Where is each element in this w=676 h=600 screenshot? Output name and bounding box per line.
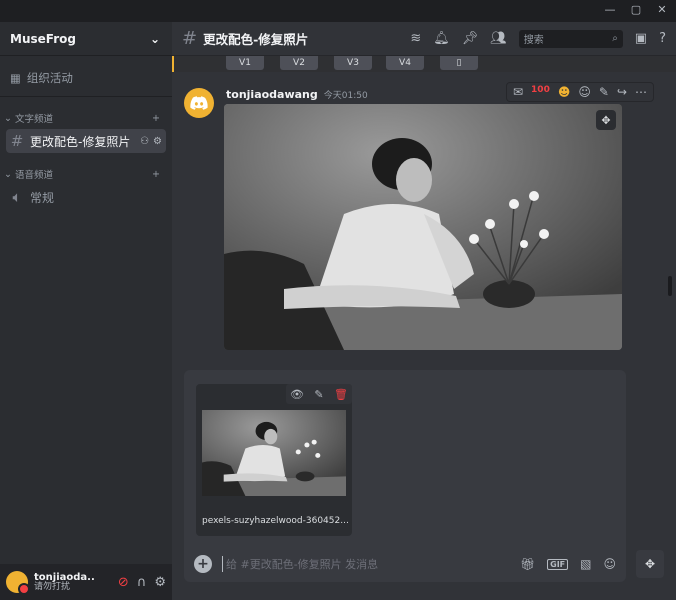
pin-icon[interactable]: 📌︎: [462, 31, 479, 46]
text-channel-label: 更改配色-修复照片: [30, 134, 131, 149]
voice-channel-label: 常规: [30, 190, 55, 205]
chevron-icon: ⌄: [4, 112, 12, 124]
message-toolbar: ✉ 100 ☻ ☺ ✎ ↪ ⋯: [505, 82, 654, 102]
gift-icon[interactable]: 🎁︎: [520, 557, 535, 571]
v2-button[interactable]: V2: [280, 56, 318, 70]
trash-icon[interactable]: 🗑︎: [330, 384, 352, 404]
hundred-icon[interactable]: 100: [531, 85, 550, 99]
image-attachment[interactable]: ✥: [224, 104, 622, 350]
search-input[interactable]: 搜索 ⌕: [518, 29, 623, 48]
reply-icon[interactable]: ↪: [617, 85, 627, 99]
search-icon: ⌕: [612, 33, 618, 44]
username: tonjiaoda...: [34, 571, 94, 583]
photo-woman-flowers: [224, 104, 622, 350]
refresh-button[interactable]: ▯: [440, 56, 478, 70]
add-reaction-icon[interactable]: ☺: [578, 85, 591, 99]
message-timestamp: 今天01:50: [323, 91, 368, 101]
bell-icon[interactable]: 🔔︎: [433, 31, 450, 46]
more-icon[interactable]: ⋯: [635, 85, 647, 99]
channel-header: # 更改配色-修复照片 ≋ 🔔︎ 📌︎ 👥︎ 搜索 ⌕ ▣ ?: [172, 22, 676, 56]
gear-icon[interactable]: ⚙: [153, 136, 162, 147]
chevron-down-icon: ⌄: [149, 31, 160, 46]
text-category-label: 文字频道: [14, 114, 53, 125]
calendar-icon: ▦: [10, 71, 21, 85]
add-attachment-button[interactable]: +: [194, 555, 212, 573]
minimize-button[interactable]: —: [602, 3, 618, 16]
discord-logo-icon: [190, 96, 208, 110]
members-icon[interactable]: 👥︎: [490, 31, 507, 46]
avatar[interactable]: [6, 571, 30, 595]
close-button[interactable]: ✕: [654, 3, 670, 16]
sidebar-item-voice-channel[interactable]: 🔈︎ 常规: [6, 185, 166, 209]
apps-icon[interactable]: ✥: [596, 110, 616, 130]
help-icon[interactable]: ?: [659, 31, 666, 46]
v1-button[interactable]: V1: [226, 56, 264, 70]
hash-icon: #: [182, 28, 198, 49]
invite-icon[interactable]: ⚇: [140, 136, 149, 147]
emoji-icon[interactable]: ☺: [603, 557, 616, 571]
sticker-icon[interactable]: ▧: [580, 557, 591, 571]
threads-icon[interactable]: ≋: [410, 31, 421, 46]
eye-icon[interactable]: 👁︎: [286, 384, 308, 404]
attachment-thumbnail: [202, 410, 346, 496]
upload-attachment: 👁︎ ✎ 🗑︎ pexels-suzyhazelwood-360452...: [196, 384, 352, 536]
user-status: 请勿打扰: [34, 581, 71, 592]
inbox-icon[interactable]: ▣: [635, 31, 647, 46]
attachment-filename: pexels-suzyhazelwood-360452...: [202, 516, 349, 526]
chat-area: # 更改配色-修复照片 ≋ 🔔︎ 📌︎ 👥︎ 搜索 ⌕ ▣ ? V1 V2 V3…: [172, 22, 676, 600]
speaker-icon: 🔈︎: [12, 188, 22, 206]
v4-button[interactable]: V4: [386, 56, 424, 70]
sidebar-item-text-channel[interactable]: # 更改配色-修复照片 ⚇ ⚙: [6, 129, 166, 153]
v3-button[interactable]: V3: [334, 56, 372, 70]
scrollbar[interactable]: [668, 276, 672, 296]
voice-category-label: 语音频道: [14, 170, 53, 181]
voice-category[interactable]: ⌄ 语音频道 +: [0, 167, 172, 182]
search-placeholder: 搜索: [523, 35, 544, 46]
avatar[interactable]: [184, 88, 214, 118]
previous-message-buttons: V1 V2 V3 V4 ▯: [172, 56, 676, 72]
add-channel-icon[interactable]: +: [152, 169, 160, 180]
settings-gear-icon[interactable]: ⚙: [154, 575, 166, 590]
envelope-icon[interactable]: ✉: [513, 85, 523, 99]
mic-muted-icon[interactable]: ⊘: [118, 575, 129, 590]
add-channel-icon[interactable]: +: [152, 113, 160, 124]
app-launcher-button[interactable]: ✥: [636, 550, 664, 578]
message-input-row: + 给 #更改配色-修复照片 发消息 🎁︎ GIF ▧ ☺: [184, 548, 626, 580]
channel-title: 更改配色-修复照片: [203, 32, 309, 47]
message-input[interactable]: 给 #更改配色-修复照片 发消息: [222, 556, 510, 572]
events-label: 组织活动: [26, 71, 73, 85]
text-category[interactable]: ⌄ 文字频道 +: [0, 111, 172, 126]
gif-icon[interactable]: GIF: [547, 558, 569, 570]
thumbnail-image: [202, 410, 346, 496]
message-author[interactable]: tonjiaodawang: [226, 88, 318, 101]
events-item[interactable]: ▦ 组织活动: [0, 60, 172, 97]
smile-emoji-icon[interactable]: ☻: [558, 85, 571, 99]
window-titlebar: — ▢ ✕: [0, 0, 676, 22]
attachment-toolbar: 👁︎ ✎ 🗑︎: [286, 384, 352, 404]
channel-sidebar: MuseFrog ⌄ ▦ 组织活动 ⌄ 文字频道 + # 更改配色-修复照片 ⚇ …: [0, 22, 172, 600]
edit-icon[interactable]: ✎: [308, 384, 330, 404]
server-header[interactable]: MuseFrog ⌄: [0, 22, 172, 56]
edit-icon[interactable]: ✎: [599, 85, 609, 99]
server-name: MuseFrog: [10, 31, 76, 46]
hash-icon: #: [10, 132, 24, 150]
headphones-icon[interactable]: ∩: [137, 575, 147, 590]
maximize-button[interactable]: ▢: [628, 3, 644, 16]
message-composer: 👁︎ ✎ 🗑︎ pexels-suzyhazelwood-360452... +…: [184, 370, 626, 582]
chevron-icon: ⌄: [4, 168, 12, 180]
user-panel: tonjiaoda... 请勿打扰 ⊘ ∩ ⚙: [0, 564, 172, 600]
